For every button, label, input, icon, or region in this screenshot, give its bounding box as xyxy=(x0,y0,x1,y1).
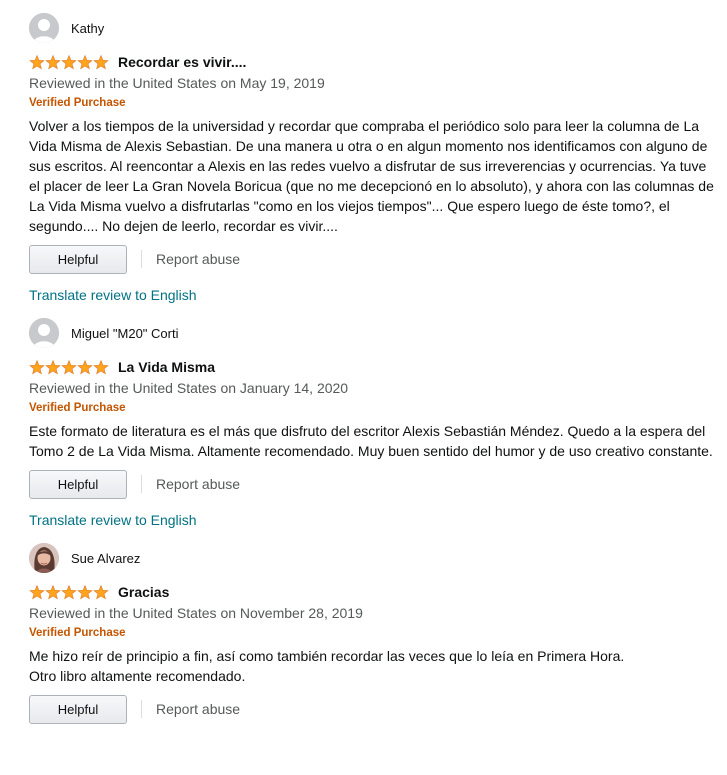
avatar xyxy=(29,13,59,43)
avatar xyxy=(29,543,59,573)
divider xyxy=(141,475,142,493)
review-title[interactable]: Gracias xyxy=(118,584,169,600)
star-icon xyxy=(93,584,109,599)
review-2: Miguel "M20" Corti La Vida Misma Reviewe… xyxy=(0,317,727,530)
review-body: Volver a los tiempos de la universidad y… xyxy=(29,118,714,234)
translate-review-link[interactable]: Translate review to English xyxy=(29,285,197,305)
star-icon xyxy=(45,54,61,69)
review-3: Sue Alvarez Gracias Reviewed in the Unit… xyxy=(0,542,727,725)
divider xyxy=(141,700,142,718)
review-title-row: La Vida Misma xyxy=(29,357,727,377)
star-icon xyxy=(61,584,77,599)
star-icon xyxy=(93,359,109,374)
star-icon xyxy=(29,584,45,599)
star-icon xyxy=(29,54,45,69)
review-body: Me hizo reír de principio a fin, así com… xyxy=(29,648,625,684)
star-rating[interactable] xyxy=(29,584,109,600)
report-abuse-link[interactable]: Report abuse xyxy=(156,251,240,267)
default-avatar-icon xyxy=(29,13,59,43)
verified-purchase-badge[interactable]: Verified Purchase xyxy=(29,624,727,642)
star-icon xyxy=(93,54,109,69)
star-icon xyxy=(77,584,93,599)
verified-purchase-badge[interactable]: Verified Purchase xyxy=(29,399,727,417)
star-icon xyxy=(45,359,61,374)
reviewer-profile[interactable]: Kathy xyxy=(29,12,727,44)
review-body: Este formato de literatura es el más que… xyxy=(29,423,713,459)
reviewer-profile[interactable]: Miguel "M20" Corti xyxy=(29,317,727,349)
divider xyxy=(141,250,142,268)
reviewer-name[interactable]: Kathy xyxy=(71,21,104,36)
star-rating[interactable] xyxy=(29,54,109,70)
reviewer-name[interactable]: Sue Alvarez xyxy=(71,551,140,566)
review-title[interactable]: La Vida Misma xyxy=(118,359,215,375)
star-icon xyxy=(61,359,77,374)
review-date: Reviewed in the United States on Novembe… xyxy=(29,605,363,621)
review-date: Reviewed in the United States on January… xyxy=(29,380,349,396)
star-icon xyxy=(77,359,93,374)
star-icon xyxy=(29,359,45,374)
helpful-button[interactable]: Helpful xyxy=(29,244,127,274)
helpful-button[interactable]: Helpful xyxy=(29,694,127,724)
star-icon xyxy=(77,54,93,69)
review-title-row: Gracias xyxy=(29,582,727,602)
review-title[interactable]: Recordar es vivir.... xyxy=(118,54,246,70)
default-avatar-icon xyxy=(29,318,59,348)
review-date: Reviewed in the United States on May 19,… xyxy=(29,75,325,91)
helpful-button[interactable]: Helpful xyxy=(29,469,127,499)
reviewer-profile[interactable]: Sue Alvarez xyxy=(29,542,727,574)
review-1: Kathy Recordar es vivir.... Reviewed in … xyxy=(0,12,727,305)
review-actions: Helpful Report abuse xyxy=(29,693,727,725)
verified-purchase-badge[interactable]: Verified Purchase xyxy=(29,94,727,112)
review-actions: Helpful Report abuse xyxy=(29,468,727,500)
avatar xyxy=(29,318,59,348)
report-abuse-link[interactable]: Report abuse xyxy=(156,701,240,717)
user-photo-icon xyxy=(29,543,59,573)
review-actions: Helpful Report abuse xyxy=(29,243,727,275)
star-icon xyxy=(61,54,77,69)
star-rating[interactable] xyxy=(29,359,109,375)
translate-review-link[interactable]: Translate review to English xyxy=(29,510,197,530)
report-abuse-link[interactable]: Report abuse xyxy=(156,476,240,492)
star-icon xyxy=(45,584,61,599)
review-title-row: Recordar es vivir.... xyxy=(29,52,727,72)
reviewer-name[interactable]: Miguel "M20" Corti xyxy=(71,326,179,341)
